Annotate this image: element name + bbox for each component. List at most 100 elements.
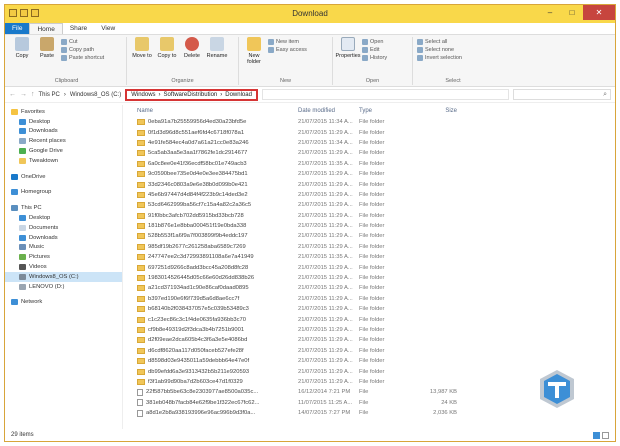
easy-access-button[interactable]: Easy access (268, 47, 307, 53)
table-row[interactable]: a21cd371934ad1c90e86caf0daad0895 21/07/20… (123, 283, 615, 293)
nav-d-drive[interactable]: LENOVO (D:) (5, 282, 122, 292)
file-type: File folder (359, 129, 385, 136)
table-row[interactable]: b68140b2f038437057e5c039b53489c3 21/07/20… (123, 304, 615, 314)
folder-icon (137, 191, 145, 198)
breadcrumb-download[interactable]: Download (225, 92, 252, 98)
breadcrumb-windows[interactable]: Windows (131, 92, 155, 98)
file-name: 6a0c8ee0e41f36ecdf58bc01e749acb3 (148, 160, 247, 167)
file-name: d6cdf8620aa117d050faceb527efe28f (148, 347, 244, 354)
nav-videos[interactable]: Videos (5, 262, 122, 272)
nav-favorites[interactable]: Favorites (5, 107, 122, 117)
table-row[interactable]: b397ed190e6f6f739d5a6d8ae6cc7f 21/07/2015… (123, 294, 615, 304)
file-date: 21/07/2015 11:29 A... (298, 368, 353, 375)
table-row[interactable]: d6cdf8620aa117d050faceb527efe28f 21/07/20… (123, 346, 615, 356)
table-row[interactable]: a8d1e2b8a938193996e96ac996b9d3f0a... 14/0… (123, 408, 615, 418)
nav-documents[interactable]: Documents (5, 223, 122, 233)
history-button[interactable]: History (362, 55, 387, 61)
file-type: File folder (359, 191, 385, 198)
nav-homegroup[interactable]: Homegroup (5, 188, 122, 198)
table-row[interactable]: 697251d9266c8add3bcc45a208d8fc28 21/07/20… (123, 262, 615, 272)
table-row[interactable]: 4e91fe584ec4a0d7a61a21cc0e83a246 21/07/20… (123, 138, 615, 148)
forward-icon[interactable]: → (20, 91, 27, 98)
nav-music[interactable]: Music (5, 243, 122, 253)
table-row[interactable]: 985df19b2677c261258aba6589c7269 21/07/201… (123, 242, 615, 252)
breadcrumb-drive[interactable]: Windows8_OS (C:) (70, 92, 121, 98)
shortcut-icon (61, 55, 67, 61)
table-row[interactable]: 6a0c8ee0e41f36ecdf58bc01e749acb3 21/07/20… (123, 159, 615, 169)
table-row[interactable]: cf9b8e49319d2f3dca3b4b7251b9001 21/07/201… (123, 325, 615, 335)
tweaktown-logo (540, 370, 574, 408)
column-type[interactable]: Type (359, 108, 419, 114)
file-type: File folder (359, 368, 385, 375)
minimize-button[interactable]: – (539, 5, 561, 20)
cut-button[interactable]: Cut (61, 39, 104, 45)
file-name-cell: 381eb048b7facb84e62f9be1f322ec67fc62... (123, 399, 298, 407)
table-row[interactable]: 0eba91a7b25559956d4ed30a23bfd5e 21/07/201… (123, 117, 615, 127)
nav-this-pc[interactable]: This PC (5, 203, 122, 213)
select-all-button[interactable]: Select all (417, 39, 462, 45)
table-row[interactable]: 528b553f1a6f9a7f003899f9b4eddc197 21/07/2… (123, 231, 615, 241)
nav-desktop[interactable]: Desktop (5, 117, 122, 127)
open-button[interactable]: Open (362, 39, 387, 45)
column-date[interactable]: Date modified (298, 108, 359, 114)
table-row[interactable]: 1983014526445d05c66e60d26dd838b26 21/07/2… (123, 273, 615, 283)
table-row[interactable]: d8598d03e9435011a59debbb64e47e0f 21/07/20… (123, 356, 615, 366)
large-icons-view-icon[interactable] (602, 432, 609, 439)
table-row[interactable]: 33d2346c0803a9e6e38b0d099b0e421 21/07/201… (123, 179, 615, 189)
breadcrumb-this-pc[interactable]: This PC (39, 92, 60, 98)
up-icon[interactable]: ↑ (31, 91, 35, 98)
file-name-cell: cf9b8e49319d2f3dca3b4b7251b9001 (123, 327, 298, 333)
nav-onedrive[interactable]: OneDrive (5, 172, 122, 182)
back-icon[interactable]: ← (9, 91, 16, 98)
table-row[interactable]: d2f09eae2dca605b4c3f6a3e5e4086bd 21/07/20… (123, 335, 615, 345)
tab-file[interactable]: File (5, 23, 30, 34)
file-name: a21cd371934ad1c90e86caf0daad0895 (148, 285, 249, 292)
table-row[interactable]: 45e6b97447d4d84f4f223b9c14ded3e2 21/07/20… (123, 190, 615, 200)
new-label: New (279, 78, 291, 84)
breadcrumb-softwaredistribution[interactable]: SoftwareDistribution (164, 92, 218, 98)
file-name: 9c0590bee735e0d4e0e3ee384475bd1 (148, 171, 248, 178)
nav-google-drive[interactable]: Google Drive (5, 146, 122, 156)
explorer-window: Download – □ ✕ File Home Share View Copy… (4, 4, 616, 442)
nav-network[interactable]: Network (5, 298, 122, 308)
address-bar[interactable] (261, 89, 509, 100)
file-date: 21/07/2015 11:29 A... (298, 181, 353, 188)
file-name: d2f09eae2dca605b4c3f6a3e5e4086bd (148, 337, 248, 344)
search-icon: ⌕ (603, 90, 607, 98)
details-view-icon[interactable] (593, 432, 600, 439)
paste-shortcut-button[interactable]: Paste shortcut (61, 55, 104, 61)
tab-home[interactable]: Home (29, 23, 63, 34)
file-icon (137, 399, 143, 407)
column-size[interactable]: Size (419, 108, 457, 114)
table-row[interactable]: 53cd6462999ba56cf7c15a4a82c2a36c5 21/07/2… (123, 200, 615, 210)
close-button[interactable]: ✕ (583, 5, 615, 20)
nav-recent[interactable]: Recent places (5, 136, 122, 146)
table-row[interactable]: 91f0bbc3afcb702dd5915bd33bcb728 21/07/201… (123, 211, 615, 221)
select-none-icon (417, 47, 423, 53)
edit-button[interactable]: Edit (362, 47, 387, 53)
table-row[interactable]: c1c23ec86c3c1f4de0635fa936bb3c70 21/07/20… (123, 314, 615, 324)
file-name-cell: b397ed190e6f6f739d5a6d8ae6cc7f (123, 295, 298, 302)
file-date: 21/07/2015 11:34 A... (298, 119, 353, 126)
table-row[interactable]: 9c0590bee735e0d4e0e3ee384475bd1 21/07/201… (123, 169, 615, 179)
invert-selection-button[interactable]: Invert selection (417, 55, 462, 61)
table-row[interactable]: 5ca5ab3aa5e3aa1f7862fe1dc2914677 21/07/20… (123, 148, 615, 158)
nav-pc-desktop[interactable]: Desktop (5, 213, 122, 223)
new-item-button[interactable]: New item (268, 39, 307, 45)
tab-view[interactable]: View (94, 23, 122, 34)
tab-share[interactable]: Share (63, 23, 94, 34)
copy-path-button[interactable]: Copy path (61, 47, 104, 53)
select-none-button[interactable]: Select none (417, 47, 462, 53)
column-name[interactable]: Name (123, 108, 298, 114)
search-input[interactable]: ⌕ (513, 89, 611, 100)
table-row[interactable]: 0f1d3d96d8c551aef6fd4c6718f078a1 21/07/20… (123, 127, 615, 137)
nav-pictures[interactable]: Pictures (5, 252, 122, 262)
table-row[interactable]: 247747ee2c3d72993891108a6e7a41949 21/07/2… (123, 252, 615, 262)
table-row[interactable]: 181b876e1e8bba000451f19e0bda338 21/07/201… (123, 221, 615, 231)
nav-c-drive[interactable]: Windows8_OS (C:) (5, 271, 122, 282)
nav-pc-downloads[interactable]: Downloads (5, 233, 122, 243)
file-type: File folder (359, 202, 385, 209)
maximize-button[interactable]: □ (561, 5, 583, 20)
nav-downloads[interactable]: Downloads (5, 127, 122, 137)
nav-tweaktown[interactable]: Tweaktown (5, 156, 122, 166)
